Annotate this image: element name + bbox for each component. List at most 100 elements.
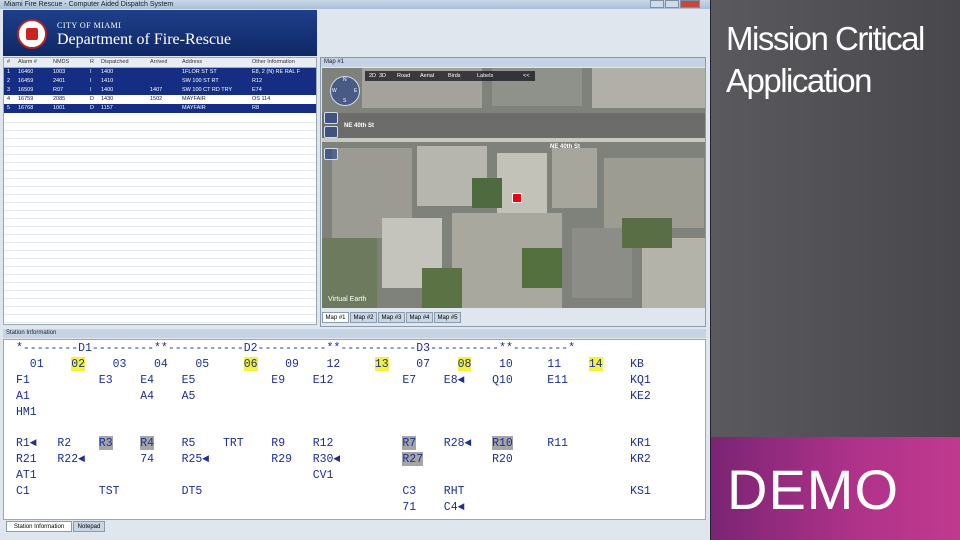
station-unit[interactable]: R5 bbox=[182, 436, 196, 450]
station-unit[interactable]: E12 bbox=[313, 373, 334, 387]
station-unit[interactable]: R7 bbox=[402, 436, 417, 450]
station-unit[interactable]: A1 bbox=[16, 389, 30, 403]
station-unit[interactable]: F1 bbox=[16, 373, 30, 387]
station-unit[interactable]: 74 bbox=[140, 452, 154, 466]
tab-station-information[interactable]: Station Information bbox=[6, 521, 72, 532]
station-unit[interactable]: 06 bbox=[243, 357, 258, 371]
station-unit[interactable]: 11 bbox=[547, 357, 561, 371]
column-header[interactable]: Address bbox=[182, 58, 202, 67]
aerial-map[interactable]: 2D 3D Road Aerial Birds Labels << N S E … bbox=[322, 68, 705, 308]
station-unit[interactable]: 09 bbox=[285, 357, 299, 371]
column-header[interactable]: NMDS bbox=[53, 58, 69, 67]
station-unit[interactable]: E8◄ bbox=[444, 373, 465, 387]
station-unit[interactable]: R22◄ bbox=[57, 452, 85, 466]
column-header[interactable]: Dispatched bbox=[101, 58, 129, 67]
station-unit[interactable]: 71 bbox=[402, 500, 416, 514]
station-unit[interactable]: 01 bbox=[30, 357, 44, 371]
station-unit[interactable]: 05 bbox=[195, 357, 209, 371]
incident-pin-icon[interactable] bbox=[512, 193, 522, 203]
station-unit[interactable]: C3 bbox=[402, 484, 416, 498]
station-unit[interactable]: R25◄ bbox=[182, 452, 210, 466]
station-unit[interactable]: 14 bbox=[588, 357, 603, 371]
station-unit[interactable]: A5 bbox=[182, 389, 196, 403]
tab-map-2[interactable]: Map #2 bbox=[350, 312, 377, 323]
station-unit[interactable]: TST bbox=[99, 484, 120, 498]
station-unit[interactable]: RHT bbox=[444, 484, 465, 498]
minimize-button[interactable] bbox=[650, 0, 664, 8]
column-header[interactable]: R bbox=[90, 58, 94, 67]
zoom-in-icon[interactable] bbox=[324, 112, 338, 124]
compass-control-icon[interactable]: N S E W bbox=[330, 76, 360, 106]
station-unit[interactable]: E7 bbox=[402, 373, 416, 387]
table-row[interactable]: 5 16768 1001 D 1157 MAYFAIR R8 bbox=[4, 104, 316, 113]
station-unit[interactable]: KR1 bbox=[630, 436, 651, 450]
station-unit[interactable]: Q10 bbox=[492, 373, 513, 387]
tab-map-4[interactable]: Map #4 bbox=[406, 312, 433, 323]
station-unit[interactable]: KB bbox=[630, 357, 644, 371]
slide-title: Mission Critical Application bbox=[726, 20, 925, 99]
station-unit[interactable]: R27 bbox=[402, 452, 424, 466]
tab-map-1[interactable]: Map #1 bbox=[322, 312, 349, 323]
station-unit[interactable]: A4 bbox=[140, 389, 154, 403]
column-header[interactable]: Arrived bbox=[150, 58, 167, 67]
tab-map-5[interactable]: Map #5 bbox=[434, 312, 461, 323]
station-unit[interactable]: E3 bbox=[99, 373, 113, 387]
station-unit[interactable]: CV1 bbox=[313, 468, 334, 482]
station-unit[interactable]: 03 bbox=[113, 357, 127, 371]
station-unit[interactable]: R20 bbox=[492, 452, 513, 466]
station-unit[interactable]: E11 bbox=[547, 373, 568, 387]
station-unit[interactable]: E5 bbox=[182, 373, 196, 387]
tab-map-3[interactable]: Map #3 bbox=[378, 312, 405, 323]
table-row[interactable]: 3 16509 R07 I 1400 1407 SW 100 CT RD TRY E74 bbox=[4, 86, 316, 95]
station-unit[interactable]: 08 bbox=[457, 357, 472, 371]
station-unit[interactable]: E4 bbox=[140, 373, 154, 387]
station-unit[interactable]: KE2 bbox=[630, 389, 651, 403]
station-unit[interactable]: 04 bbox=[154, 357, 168, 371]
station-unit[interactable]: R21 bbox=[16, 452, 37, 466]
station-unit[interactable]: R30◄ bbox=[313, 452, 341, 466]
column-header[interactable]: # bbox=[7, 58, 10, 67]
station-unit[interactable]: 02 bbox=[71, 357, 85, 371]
station-unit[interactable]: R9 bbox=[271, 436, 285, 450]
column-header[interactable]: Alarm # bbox=[18, 58, 37, 67]
table-row[interactable]: 1 16460 1003 I 1400 1FLOR ST ST E8, 2 (N) RE R… bbox=[4, 68, 316, 77]
station-unit[interactable]: DT5 bbox=[182, 484, 203, 498]
table-cell: MAYFAIR bbox=[182, 105, 206, 111]
tab-notepad[interactable]: Notepad bbox=[73, 521, 105, 532]
station-unit[interactable]: R28◄ bbox=[444, 436, 472, 450]
station-unit[interactable]: R29 bbox=[271, 452, 292, 466]
station-unit[interactable]: AT1 bbox=[16, 468, 37, 482]
station-unit[interactable]: TRT bbox=[223, 436, 244, 450]
station-unit[interactable]: 13 bbox=[374, 357, 389, 371]
station-unit[interactable]: R11 bbox=[547, 436, 568, 450]
station-unit[interactable]: KR2 bbox=[630, 452, 651, 466]
station-unit[interactable]: 07 bbox=[416, 357, 430, 371]
map-3d-button[interactable]: 3D bbox=[379, 71, 386, 81]
station-unit[interactable]: R2 bbox=[57, 436, 71, 450]
station-unit[interactable]: HM1 bbox=[16, 405, 37, 419]
close-button[interactable] bbox=[680, 0, 700, 8]
station-unit[interactable]: C4◄ bbox=[444, 500, 465, 514]
station-unit[interactable]: 10 bbox=[499, 357, 513, 371]
station-unit[interactable]: R4 bbox=[140, 436, 154, 450]
map-toolbar-collapse-button[interactable]: << bbox=[523, 71, 529, 81]
station-unit[interactable]: R1◄ bbox=[16, 436, 37, 450]
station-unit[interactable]: C1 bbox=[16, 484, 30, 498]
station-unit[interactable]: E9 bbox=[271, 373, 285, 387]
map-2d-button[interactable]: 2D bbox=[369, 71, 376, 81]
map-road-button[interactable]: Road bbox=[397, 71, 410, 81]
map-birds-eye-button[interactable]: Birds bbox=[448, 71, 461, 81]
station-unit[interactable]: R12 bbox=[313, 436, 334, 450]
station-unit[interactable]: KS1 bbox=[630, 484, 651, 498]
station-unit[interactable]: R3 bbox=[98, 436, 113, 450]
map-aerial-button[interactable]: Aerial bbox=[420, 71, 434, 81]
station-unit[interactable]: 12 bbox=[327, 357, 341, 371]
station-unit[interactable]: R10 bbox=[492, 436, 513, 450]
map-rotate-icon[interactable] bbox=[324, 148, 338, 160]
maximize-button[interactable] bbox=[665, 0, 679, 8]
table-row[interactable]: 2 16459 2401 I 1410 SW 100 ST RT R12 bbox=[4, 77, 316, 86]
column-header[interactable]: Other Information bbox=[252, 58, 295, 67]
station-unit[interactable]: KQ1 bbox=[630, 373, 651, 387]
map-labels-button[interactable]: Labels bbox=[477, 71, 493, 81]
zoom-out-icon[interactable] bbox=[324, 126, 338, 138]
